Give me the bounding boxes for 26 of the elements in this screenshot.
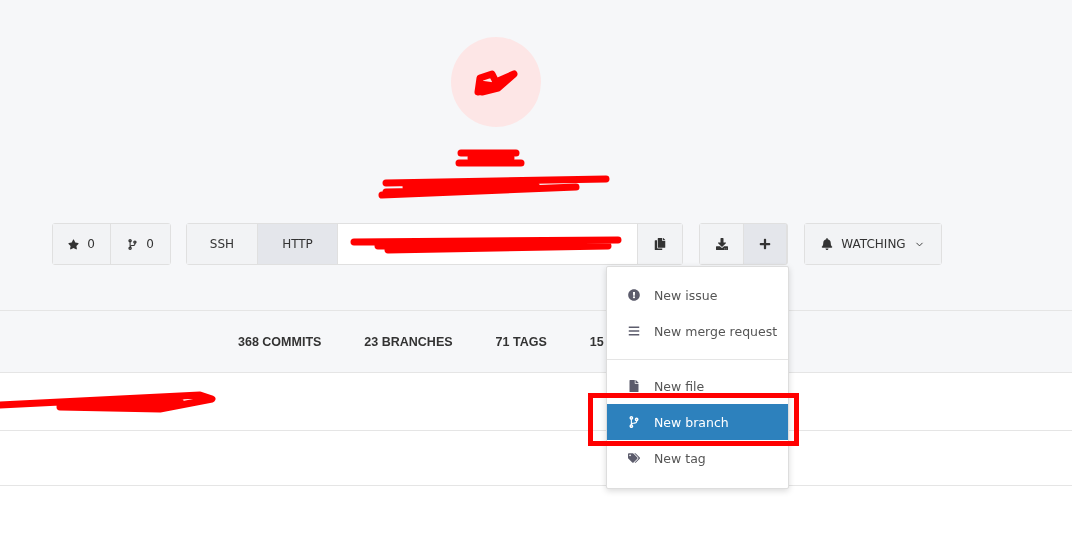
clone-url-field[interactable] [338,224,638,264]
stat-link[interactable]: 23 BRANCHES [364,334,453,349]
menu-item[interactable]: New file [607,368,788,404]
menu-item[interactable]: New branch [607,404,788,440]
download-icon [715,238,728,250]
stat-link[interactable]: 71 TAGS [495,334,547,349]
tag-icon [628,452,640,464]
star-counter[interactable]: 0 [53,224,111,264]
fork-icon [127,238,139,250]
stat-link[interactable]: 368 COMMITS [238,334,322,349]
protocol-tab[interactable]: HTTP [258,224,338,264]
add-button[interactable] [744,224,787,264]
plus-icon [759,238,771,250]
copy-icon [654,238,666,250]
stat-link[interactable]: 15 [589,334,604,349]
branch-icon [628,416,640,428]
menu-item[interactable]: New tag [607,440,788,476]
file-icon [628,380,640,392]
issue-icon [628,289,640,301]
protocol-tab[interactable]: SSH [187,224,258,264]
download-button[interactable] [700,224,744,264]
star-icon [68,238,80,250]
bell-icon [821,238,834,250]
menu-item[interactable]: New issue [607,277,788,313]
menu-item[interactable]: New merge request [607,313,788,349]
watch-button[interactable]: WATCHING [805,224,941,264]
